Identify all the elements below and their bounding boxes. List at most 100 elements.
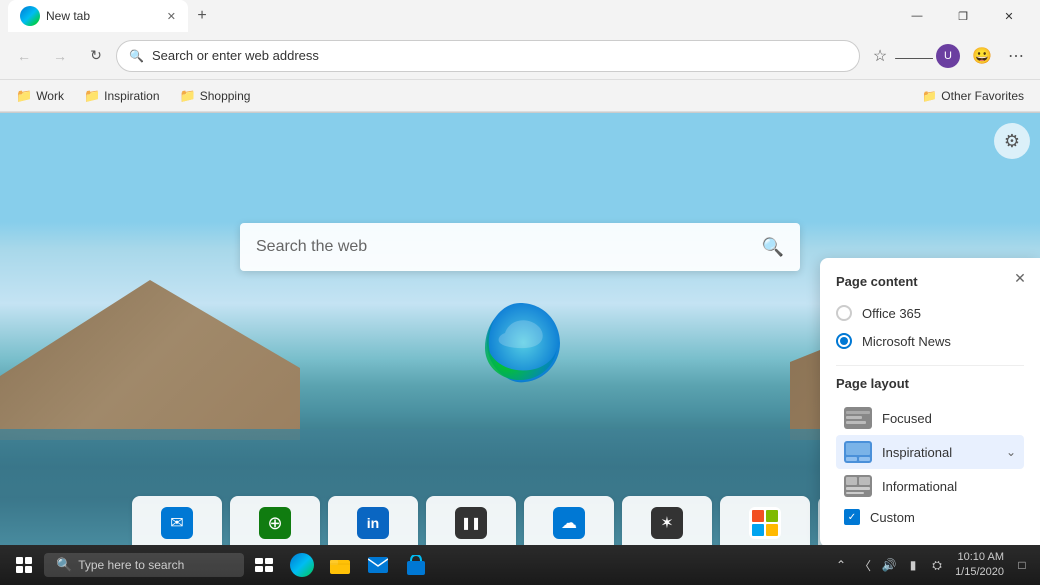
address-bar[interactable]: 🔍 Search or enter web address: [116, 40, 860, 72]
browser-frame: New tab ✕ + — ❐ ✕ ← → ↻ 🔍 Search or ente…: [0, 0, 1040, 585]
contoso-icon: ✶: [651, 507, 683, 539]
layout-informational-label: Informational: [882, 479, 957, 494]
clock-date: 1/15/2020: [955, 565, 1004, 580]
xbox-icon: ⊕: [259, 507, 291, 539]
favorites-item-label: Shopping: [200, 89, 251, 103]
titlebar: New tab ✕ + — ❐ ✕: [0, 0, 1040, 32]
favorites-item-work[interactable]: 📁 Work: [8, 84, 72, 108]
option-office365[interactable]: Office 365: [836, 299, 1024, 327]
radio-selected-indicator: [840, 337, 848, 345]
page-content-area: ⚙ Search the web 🔍: [0, 113, 1040, 585]
chrome-area: New tab ✕ + — ❐ ✕ ← → ↻ 🔍 Search or ente…: [0, 0, 1040, 113]
page-content-panel: ✕ Page content Office 365 Microsoft News…: [820, 258, 1040, 547]
layout-focused[interactable]: Focused: [836, 401, 1024, 435]
favorites-item-label: Work: [36, 89, 64, 103]
forward-button[interactable]: →: [44, 40, 76, 72]
microsoft-icon: [749, 507, 781, 539]
linkedin-icon: in: [357, 507, 389, 539]
windows-logo-icon: [16, 557, 32, 573]
page-search-bar[interactable]: Search the web 🔍: [240, 223, 800, 271]
custom-checkmark-icon: [844, 509, 860, 525]
tab-title: New tab: [46, 9, 90, 23]
layout-inspirational-label: Inspirational: [882, 445, 952, 460]
inspirational-layout-icon: [844, 441, 872, 463]
back-button[interactable]: ←: [8, 40, 40, 72]
user-avatar: U: [936, 44, 960, 68]
favorites-folder-icon: 📁: [922, 89, 937, 103]
favorites-button[interactable]: ☆: [864, 40, 896, 72]
address-text: Search or enter web address: [152, 48, 847, 63]
edge-logo: [475, 298, 565, 388]
new-tab-button[interactable]: +: [188, 2, 216, 30]
security-icon[interactable]: ⛭: [927, 555, 947, 575]
titlebar-controls: — ❐ ✕: [894, 0, 1032, 32]
outlook-icon: ✉: [161, 507, 193, 539]
page-settings-button[interactable]: ⚙: [994, 123, 1030, 159]
volume-icon[interactable]: 🔊: [879, 555, 899, 575]
minimize-button[interactable]: —: [894, 0, 940, 32]
toolbar-icons: ☆ ⸻ U 😀 ⋯: [864, 40, 1032, 72]
tab-close-button[interactable]: ✕: [167, 10, 176, 23]
network-icon[interactable]: 〈: [855, 555, 875, 575]
notification-button[interactable]: □: [1012, 555, 1032, 575]
titlebar-left: New tab ✕ +: [8, 0, 216, 32]
explorer-taskbar-icon[interactable]: [324, 549, 356, 581]
page-layout-title: Page layout: [836, 376, 1024, 391]
folder-icon: 📁: [16, 88, 32, 104]
option-msnews[interactable]: Microsoft News: [836, 327, 1024, 355]
page-content-title: Page content: [836, 274, 1024, 289]
mail-taskbar-icon[interactable]: [362, 549, 394, 581]
tab-favicon: [20, 6, 40, 26]
refresh-button[interactable]: ↻: [80, 40, 112, 72]
taskbar: 🔍 Type here to search ⌃ 〈: [0, 545, 1040, 585]
battery-icon[interactable]: ▮: [903, 555, 923, 575]
option-office365-label: Office 365: [862, 306, 921, 321]
taskbar-pinned-icons: [248, 549, 432, 581]
panel-close-button[interactable]: ✕: [1008, 266, 1032, 290]
option-msnews-label: Microsoft News: [862, 334, 951, 349]
restore-button[interactable]: ❐: [940, 0, 986, 32]
favorites-item-shopping[interactable]: 📁 Shopping: [172, 84, 259, 108]
page-search-icon[interactable]: 🔍: [762, 237, 784, 258]
radio-msnews: [836, 333, 852, 349]
store-taskbar-icon[interactable]: [400, 549, 432, 581]
addressbar: ← → ↻ 🔍 Search or enter web address ☆ ⸻ …: [0, 32, 1040, 80]
close-button[interactable]: ✕: [986, 0, 1032, 32]
favorites-item-label: Inspiration: [104, 89, 159, 103]
task-view-button[interactable]: [248, 549, 280, 581]
layout-inspirational[interactable]: Inspirational ⌄: [836, 435, 1024, 469]
chevron-tray-icon[interactable]: ⌃: [831, 555, 851, 575]
system-clock[interactable]: 10:10 AM 1/15/2020: [955, 550, 1004, 581]
folder-icon: 📁: [84, 88, 100, 104]
tray-icons: ⌃ 〈 🔊 ▮ ⛭: [831, 555, 947, 575]
informational-layout-icon: [844, 475, 872, 497]
favorites-item-inspiration[interactable]: 📁 Inspiration: [76, 84, 168, 108]
active-tab[interactable]: New tab ✕: [8, 0, 188, 32]
woodgrove-icon: ❚❚: [455, 507, 487, 539]
focused-layout-icon: [844, 407, 872, 429]
emoji-button[interactable]: 😀: [966, 40, 998, 72]
taskbar-search-placeholder: Type here to search: [78, 558, 184, 572]
layout-custom[interactable]: Custom: [836, 503, 1024, 531]
layout-custom-label: Custom: [870, 510, 915, 525]
page-search-placeholder: Search the web: [256, 238, 750, 256]
system-tray: ⌃ 〈 🔊 ▮ ⛭ 10:10 AM 1/15/2020 □: [831, 550, 1032, 581]
favorites-bar: 📁 Work 📁 Inspiration 📁 Shopping 📁 Other …: [0, 80, 1040, 112]
edge-taskbar-icon[interactable]: [286, 549, 318, 581]
inspirational-chevron-icon: ⌄: [1006, 445, 1016, 459]
folder-icon: 📁: [180, 88, 196, 104]
search-icon: 🔍: [129, 49, 144, 63]
profile-button[interactable]: U: [932, 40, 964, 72]
taskbar-search-icon: 🔍: [56, 557, 72, 573]
more-button[interactable]: ⋯: [1000, 40, 1032, 72]
taskbar-search-bar[interactable]: 🔍 Type here to search: [44, 553, 244, 577]
collections-button[interactable]: ⸻: [898, 40, 930, 72]
start-button[interactable]: [8, 549, 40, 581]
radio-office365: [836, 305, 852, 321]
other-favorites-label: Other Favorites: [941, 89, 1024, 103]
clock-time: 10:10 AM: [955, 550, 1004, 565]
panel-divider: [836, 365, 1024, 366]
other-favorites-button[interactable]: 📁 Other Favorites: [914, 85, 1032, 107]
onedrive-icon: ☁: [553, 507, 585, 539]
layout-informational[interactable]: Informational: [836, 469, 1024, 503]
